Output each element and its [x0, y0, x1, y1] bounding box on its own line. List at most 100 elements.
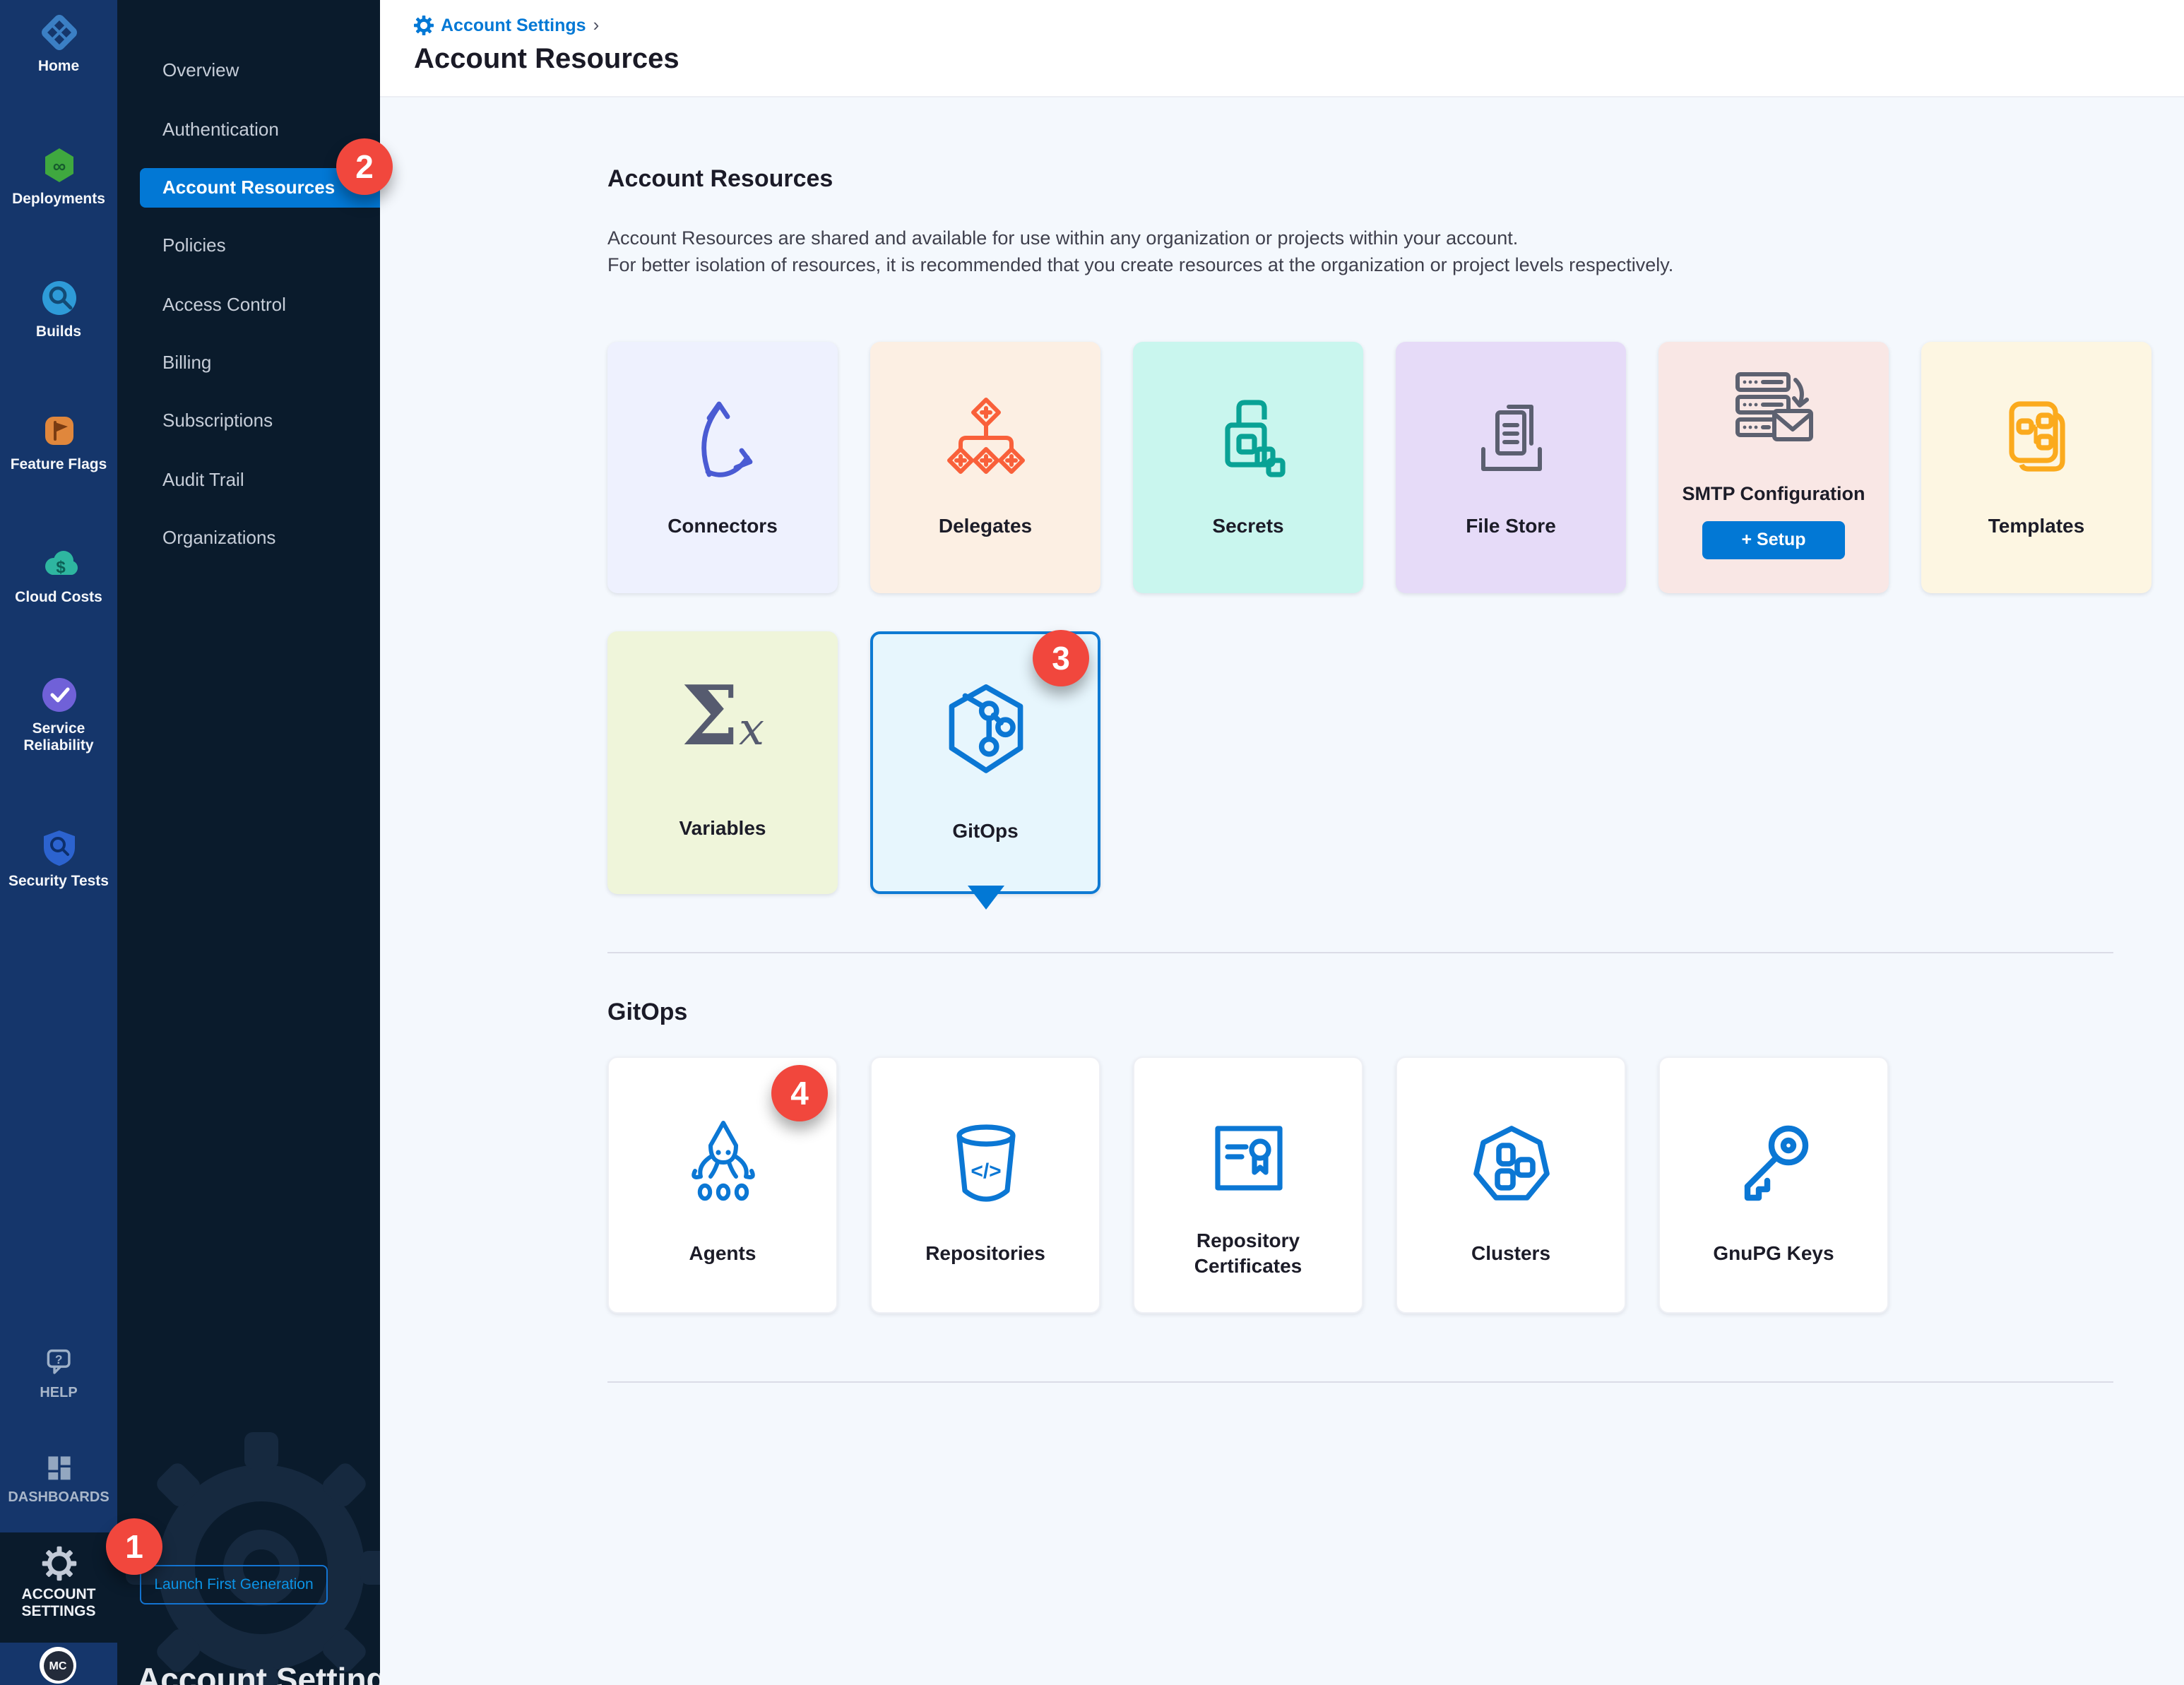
card-label: Clusters	[1406, 1240, 1616, 1266]
security-tests-icon	[37, 826, 80, 869]
rail-item-deployments[interactable]: ∞ Deployments	[0, 144, 117, 208]
gitops-section-title: GitOps	[607, 999, 687, 1027]
cloud-costs-icon: $	[37, 542, 80, 585]
section-title: Account Resources	[607, 165, 833, 193]
rail-label: ACCOUNT SETTINGS	[0, 1586, 117, 1620]
settings-nav-item-billing[interactable]: Billing	[117, 343, 380, 383]
settings-nav-item-authentication[interactable]: Authentication	[117, 110, 380, 150]
settings-nav-item-audit-trail[interactable]: Audit Trail	[117, 460, 380, 500]
rail-item-home[interactable]: Home	[0, 11, 117, 75]
sigma-glyph: Σ	[681, 668, 739, 764]
rail-item-help[interactable]: ? HELP	[0, 1345, 117, 1403]
gnupg-keys-card[interactable]: GnuPG Keys	[1658, 1056, 1889, 1314]
settings-nav-item-subscriptions[interactable]: Subscriptions	[117, 401, 380, 441]
gitops-pointer-triangle	[968, 886, 1004, 910]
smtp-configuration-card[interactable]: SMTP Configuration + Setup	[1658, 342, 1889, 593]
rail-item-security-tests[interactable]: Security Tests	[0, 826, 117, 890]
rail-item-feature-flags[interactable]: Feature Flags	[0, 410, 117, 473]
svg-text:∞: ∞	[52, 155, 66, 177]
divider	[607, 952, 2113, 953]
card-label: GnuPG Keys	[1668, 1240, 1879, 1266]
annotation-badge-1: 1	[106, 1518, 162, 1575]
page-title: Account Resources	[414, 44, 679, 76]
builds-icon	[37, 277, 80, 319]
card-label: Secrets	[1141, 514, 1355, 537]
breadcrumb-chevron: ›	[593, 14, 600, 35]
card-label: GitOps	[882, 819, 1089, 842]
settings-nav-item-policies[interactable]: Policies	[117, 226, 380, 266]
rail-label: DASHBOARDS	[0, 1490, 117, 1507]
repository-certificates-icon	[1134, 1114, 1362, 1216]
card-label: SMTP Configuration	[1667, 483, 1880, 504]
settings-nav-panel: Overview Authentication Account Resource…	[117, 0, 380, 1685]
file-store-icon	[1396, 390, 1626, 492]
delegates-icon	[870, 390, 1100, 492]
card-label: Agents	[617, 1240, 828, 1266]
connectors-icon	[607, 390, 838, 492]
clusters-card[interactable]: Clusters	[1396, 1056, 1626, 1314]
card-label: Templates	[1930, 514, 2143, 537]
deployments-icon: ∞	[37, 144, 80, 186]
connectors-card[interactable]: Connectors	[607, 342, 838, 593]
settings-nav-item-access-control[interactable]: Access Control	[117, 285, 380, 325]
templates-card[interactable]: Templates	[1921, 342, 2152, 593]
repository-certificates-card[interactable]: Repository Certificates	[1133, 1056, 1363, 1314]
secrets-card[interactable]: Secrets	[1133, 342, 1363, 593]
annotation-badge-3: 3	[1033, 630, 1089, 686]
card-label: Variables	[616, 816, 829, 839]
resource-card-row-2: Σx Variables	[607, 631, 1100, 894]
help-icon: ?	[40, 1345, 77, 1381]
rail-item-account-settings[interactable]: ACCOUNT SETTINGS	[0, 1545, 117, 1620]
variables-icon: Σx	[607, 668, 838, 764]
file-store-card[interactable]: File Store	[1396, 342, 1626, 593]
agents-icon	[609, 1114, 836, 1216]
avatar-initials: MC	[43, 1650, 73, 1680]
rail-item-dashboards[interactable]: DASHBOARDS	[0, 1449, 117, 1507]
user-avatar[interactable]: MC	[40, 1647, 76, 1684]
divider	[607, 1381, 2113, 1383]
card-label: File Store	[1404, 514, 1618, 537]
variables-card[interactable]: Σx Variables	[607, 631, 838, 894]
launch-first-generation-button[interactable]: Launch First Generation	[140, 1565, 328, 1604]
smtp-setup-button[interactable]: + Setup	[1702, 521, 1845, 559]
page-header: Account Settings › Account Resources	[380, 0, 2184, 97]
module-rail: Home ∞ Deployments Builds Feature Fl	[0, 0, 117, 1685]
breadcrumb-account-settings-link[interactable]: Account Settings	[441, 15, 586, 35]
repositories-card[interactable]: </> Repositories	[870, 1056, 1100, 1314]
svg-text:?: ?	[54, 1352, 62, 1367]
main-content: Account Resources Account Resources are …	[380, 97, 2184, 1685]
app-window: Home ∞ Deployments Builds Feature Fl	[0, 0, 2184, 1685]
resource-card-row-1: Connectors	[607, 342, 2152, 593]
gnupg-keys-icon	[1660, 1114, 1887, 1216]
rail-label: Deployments	[0, 191, 117, 208]
rail-label: Service Reliability	[0, 720, 117, 754]
rail-label: Builds	[0, 323, 117, 340]
rail-label: Home	[0, 58, 117, 75]
rail-label: Cloud Costs	[0, 589, 117, 606]
breadcrumb: Account Settings ›	[414, 14, 599, 35]
rail-item-service-reliability[interactable]: Service Reliability	[0, 674, 117, 754]
svg-text:$: $	[55, 558, 65, 577]
gear-icon	[40, 1545, 77, 1582]
card-label: Connectors	[616, 514, 829, 537]
settings-nav-item-overview[interactable]: Overview	[117, 51, 380, 90]
service-reliability-icon	[37, 674, 80, 716]
annotation-badge-2: 2	[336, 138, 393, 195]
rail-item-builds[interactable]: Builds	[0, 277, 117, 340]
settings-nav-item-organizations[interactable]: Organizations	[117, 518, 380, 558]
rail-item-cloud-costs[interactable]: $ Cloud Costs	[0, 542, 117, 606]
dashboards-icon	[40, 1449, 77, 1486]
rail-label: HELP	[0, 1386, 117, 1403]
clusters-icon	[1397, 1114, 1625, 1216]
panel-footer-title: Account Settings	[137, 1661, 380, 1685]
repositories-icon: </>	[872, 1114, 1099, 1216]
gitops-icon	[873, 677, 1098, 784]
code-glyph: </>	[970, 1160, 1000, 1183]
card-label: Delegates	[879, 514, 1092, 537]
delegates-card[interactable]: Delegates	[870, 342, 1100, 593]
templates-icon	[1921, 390, 2152, 492]
section-description: Account Resources are shared and availab…	[607, 225, 1673, 278]
home-icon	[37, 11, 80, 54]
description-line-1: Account Resources are shared and availab…	[607, 225, 1673, 251]
card-label: Repositories	[880, 1240, 1091, 1266]
